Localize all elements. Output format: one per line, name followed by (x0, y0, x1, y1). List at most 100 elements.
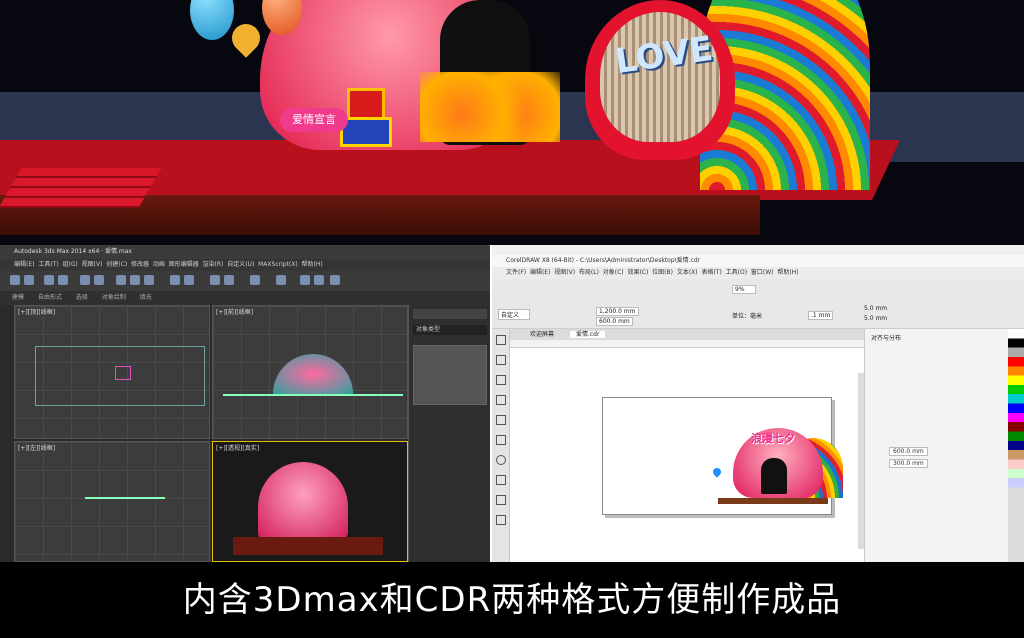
shape-tool-icon[interactable] (496, 355, 506, 365)
duplicate-y-field[interactable]: 5.0 mm (864, 315, 887, 322)
page-height-field[interactable]: 600.0 mm (596, 317, 633, 326)
select-icon[interactable] (80, 275, 90, 285)
select-region-icon[interactable] (94, 275, 104, 285)
max-menu-maxscript[interactable]: MAXScript(X) (258, 261, 298, 268)
artwork-title: 浪漫七夕 (751, 432, 795, 445)
teapot-icon[interactable] (330, 275, 340, 285)
cdr-document-tabs[interactable]: 欢迎屏幕 爱情.cdr (510, 329, 870, 340)
tab-welcome-screen[interactable]: 欢迎屏幕 (530, 331, 554, 338)
tab-freeform[interactable]: 自由形式 (38, 294, 62, 301)
viewport-top-label[interactable]: [+][顶][线框] (18, 307, 55, 316)
polygon-tool-icon[interactable] (496, 475, 506, 485)
color-palette[interactable] (1008, 329, 1024, 562)
ellipse-tool-icon[interactable] (496, 455, 506, 465)
nudge-field[interactable]: .1 mm (808, 311, 834, 320)
rectangle-tool-icon[interactable] (496, 435, 506, 445)
command-panel: 对象类型 (408, 305, 490, 562)
cdr-menu-bitmaps[interactable]: 位图(B) (652, 269, 673, 276)
unlink-icon[interactable] (58, 275, 68, 285)
viewport-left[interactable]: [+][左][线框] (14, 441, 210, 562)
perspective-heart-model (258, 462, 348, 542)
max-menu-rendering[interactable]: 渲染(R) (203, 261, 224, 268)
max-ribbon-tabs[interactable]: 建模 自由形式 选择 对象绘制 填充 (0, 291, 490, 305)
cdr-menu-tools[interactable]: 工具(O) (726, 269, 747, 276)
viewport-perspective[interactable]: [+][透视][真实] (212, 441, 408, 562)
cdr-menu-text[interactable]: 文本(X) (677, 269, 698, 276)
zoom-tool-icon[interactable] (496, 395, 506, 405)
max-menu-graph-editors[interactable]: 图形编辑器 (169, 261, 199, 268)
page-width-field[interactable]: 1,200.0 mm (596, 307, 639, 316)
snap-icon[interactable] (170, 275, 180, 285)
undo-icon[interactable] (10, 275, 20, 285)
max-menu-bar[interactable]: 编辑(E) 工具(T) 组(G) 视图(V) 创建(C) 修改器 动画 图形编辑… (0, 259, 490, 271)
zoom-select[interactable]: 9% (732, 285, 756, 294)
cdr-menu-object[interactable]: 对象(C) (603, 269, 624, 276)
stage-stairs (0, 168, 162, 208)
cdr-menu-view[interactable]: 视图(V) (554, 269, 575, 276)
render-icon[interactable] (314, 275, 324, 285)
render-setup-icon[interactable] (300, 275, 310, 285)
cdr-menu-effects[interactable]: 效果(C) (627, 269, 648, 276)
text-tool-icon[interactable] (496, 495, 506, 505)
cdr-menu-bar[interactable]: 文件(F) 编辑(E) 视图(V) 布局(L) 对象(C) 效果(C) 位图(B… (492, 267, 1024, 279)
docker-width-field[interactable]: 600.0 mm (889, 447, 928, 456)
cdr-title-bar: CorelDRAW X8 (64-Bit) - C:\Users\Adminis… (492, 255, 1024, 267)
tab-object-paint[interactable]: 对象绘制 (102, 294, 126, 301)
command-panel-tabs[interactable] (413, 309, 487, 319)
layer-icon[interactable] (250, 275, 260, 285)
max-menu-animation[interactable]: 动画 (153, 261, 165, 268)
max-menu-views[interactable]: 视图(V) (82, 261, 103, 268)
max-menu-group[interactable]: 组(G) (63, 261, 78, 268)
cdr-page[interactable]: 浪漫七夕 (602, 397, 843, 515)
docker-title: 对齐与分布 (871, 335, 902, 342)
tab-selection[interactable]: 选择 (76, 294, 88, 301)
software-screenshots: Autodesk 3ds Max 2014 x64 · 爱情.max 编辑(E)… (0, 245, 1024, 562)
viewport-front-label[interactable]: [+][前][线框] (216, 307, 253, 316)
tab-populate[interactable]: 填充 (140, 294, 152, 301)
artwork-base (718, 498, 828, 504)
cdr-menu-file[interactable]: 文件(F) (506, 269, 526, 276)
caption-banner: 内含3Dmax和CDR两种格式方便制作成品 (0, 562, 1024, 638)
pink-sign: 爱情宣言 (280, 108, 348, 132)
docker-height-field[interactable]: 300.0 mm (889, 459, 928, 468)
tab-document[interactable]: 爱情.cdr (569, 331, 606, 338)
scale-icon[interactable] (144, 275, 154, 285)
max-menu-tools[interactable]: 工具(T) (38, 261, 58, 268)
perspective-platform (233, 537, 383, 555)
max-menu-create[interactable]: 创建(C) (106, 261, 127, 268)
horizontal-ruler (510, 340, 870, 348)
units-select[interactable]: 单位：毫米 (732, 311, 762, 320)
cdr-menu-window[interactable]: 窗口(W) (751, 269, 774, 276)
cdr-menu-help[interactable]: 帮助(H) (777, 269, 798, 276)
link-icon[interactable] (44, 275, 54, 285)
cdr-menu-table[interactable]: 表格(T) (701, 269, 721, 276)
mirror-icon[interactable] (210, 275, 220, 285)
viewport-perspective-label[interactable]: [+][透视][真实] (216, 443, 259, 452)
tab-modeling[interactable]: 建模 (12, 294, 24, 301)
angle-snap-icon[interactable] (184, 275, 194, 285)
max-menu-modifiers[interactable]: 修改器 (131, 261, 149, 268)
freehand-tool-icon[interactable] (496, 415, 506, 425)
crop-tool-icon[interactable] (496, 375, 506, 385)
cdr-property-bar: 自定义 1,200.0 mm 600.0 mm 9% 单位：毫米 .1 mm 5… (492, 279, 1024, 329)
redo-icon[interactable] (24, 275, 34, 285)
align-icon[interactable] (224, 275, 234, 285)
duplicate-x-field[interactable]: 5.0 mm (864, 305, 887, 312)
move-icon[interactable] (116, 275, 126, 285)
rotate-icon[interactable] (130, 275, 140, 285)
render-scene: LOVE 爱情宣言 (0, 0, 1024, 245)
fill-tool-icon[interactable] (496, 515, 506, 525)
pick-tool-icon[interactable] (496, 335, 506, 345)
page-preset-select[interactable]: 自定义 (498, 309, 531, 320)
max-menu-help[interactable]: 帮助(H) (302, 261, 323, 268)
cdr-menu-layout[interactable]: 布局(L) (579, 269, 599, 276)
viewport-front[interactable]: [+][前][线框] (212, 305, 408, 439)
max-menu-edit[interactable]: 编辑(E) (14, 261, 34, 268)
max-menu-customize[interactable]: 自定义(U) (227, 261, 254, 268)
viewport-top[interactable]: [+][顶][线框] (14, 305, 210, 439)
cdr-toolbox (492, 329, 510, 562)
cdr-menu-edit[interactable]: 编辑(E) (530, 269, 550, 276)
viewport-left-label[interactable]: [+][左][线框] (18, 443, 55, 452)
artwork-blue-heart (711, 466, 723, 478)
material-editor-icon[interactable] (276, 275, 286, 285)
